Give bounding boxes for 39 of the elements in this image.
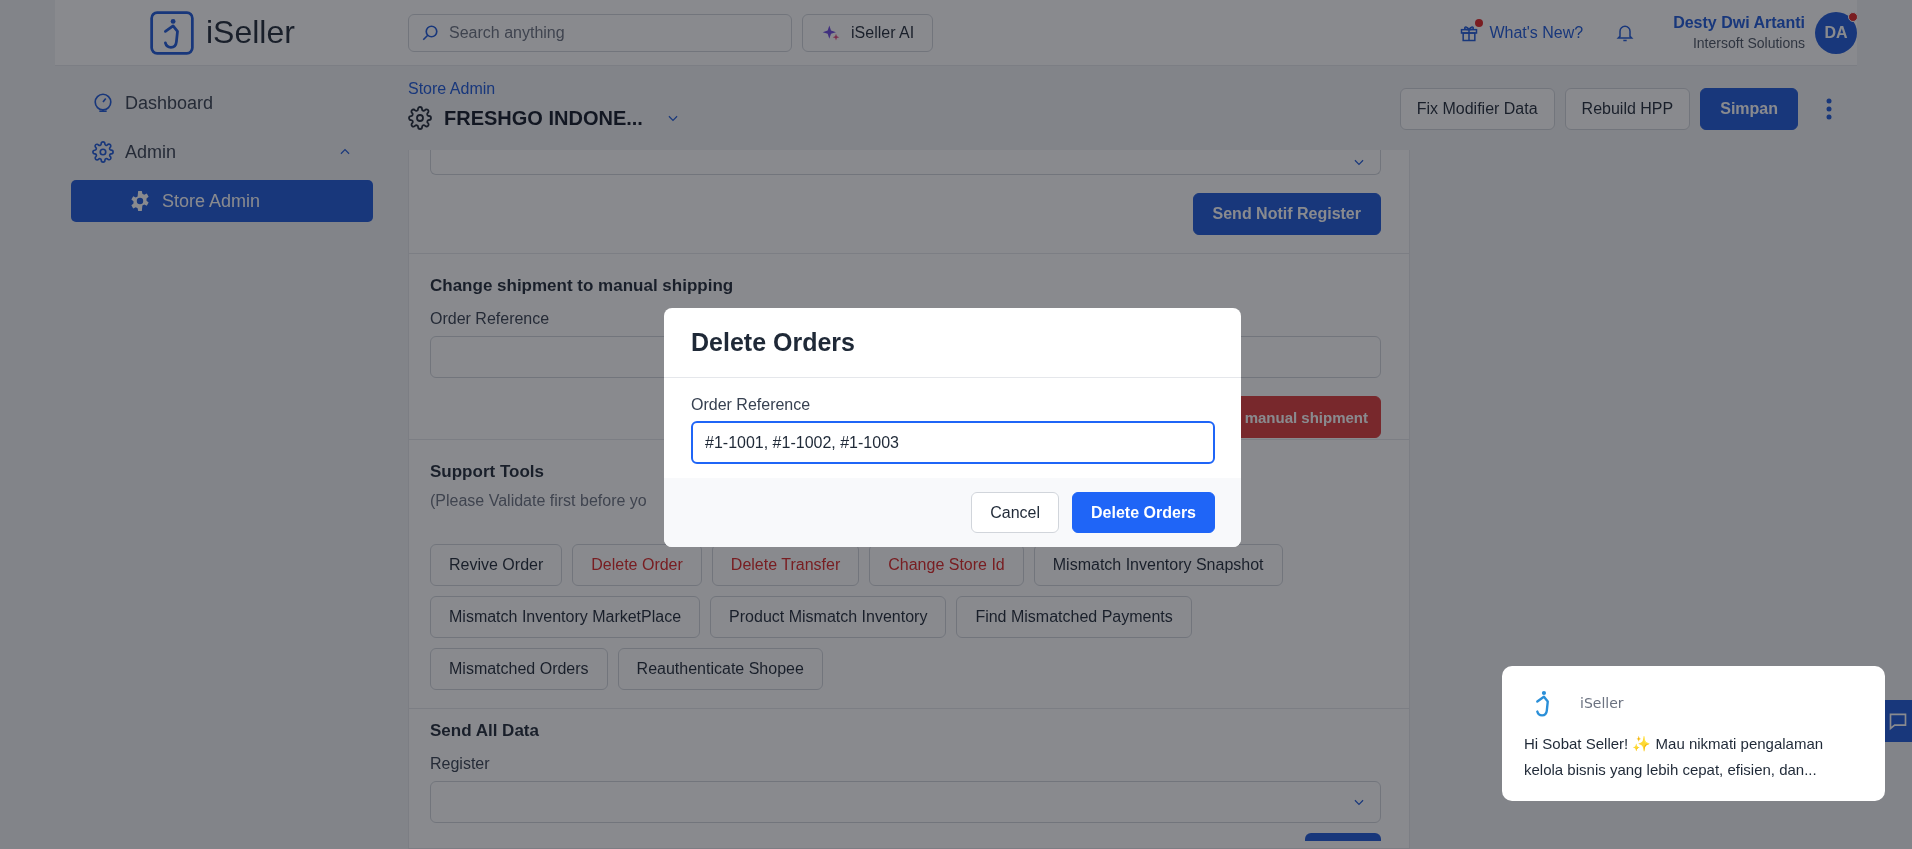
delete-button[interactable]: Delete Orders (1072, 492, 1215, 533)
tool-button[interactable]: Change Store Id (869, 544, 1024, 586)
action-button[interactable]: Fix Modifier Data (1399, 88, 1555, 130)
tool-button[interactable]: Product Mismatch Inventory (710, 596, 947, 638)
company-name: Intersoft Solutions (1691, 35, 1805, 51)
tool-button[interactable]: Find Mismatched Payments (956, 596, 1192, 638)
field-label: Order Reference (430, 310, 551, 328)
ai-button[interactable]: iSeller AI (802, 13, 934, 52)
tool-button[interactable]: Reauthenticate Shopee (617, 648, 823, 690)
tool-button[interactable]: Mismatched Orders (430, 648, 608, 690)
tool-button[interactable]: Delete Transfer (711, 544, 860, 586)
sidebar-item[interactable]: Admin (71, 131, 373, 173)
action-button[interactable]: Rebuild HPP (1564, 88, 1691, 130)
section-title: Send All Data (430, 721, 540, 741)
breadcrumb-link[interactable]: Store Admin (408, 80, 680, 98)
tool-button[interactable]: Mismatch Inventory MarketPlace (430, 596, 701, 638)
input-field[interactable]: #1-1001, #1-1002, #1-1003 (691, 421, 1215, 464)
dialog-title: Delete Orders (691, 328, 856, 357)
tool-button[interactable]: Mismatch Inventory Snapshot (1033, 544, 1283, 586)
hint-text: (Please Validate first before yo (430, 492, 648, 510)
tool-button[interactable]: Delete Order (572, 544, 702, 586)
cancel-button[interactable]: Cancel (971, 492, 1060, 533)
search-field[interactable]: Search anything (408, 13, 792, 52)
whats-new-link[interactable]: What's New? (1459, 22, 1584, 43)
logo-text: iSeller (206, 14, 295, 51)
field-label: Order Reference (691, 396, 812, 414)
section-title: Support Tools (430, 462, 545, 482)
user-avatar[interactable]: DA (1815, 11, 1857, 54)
save-button[interactable]: Simpan (1700, 88, 1798, 130)
field-label: Register (430, 755, 491, 773)
send-notif-button[interactable]: Send Notif Register (1192, 193, 1381, 235)
tool-button[interactable]: Revive Order (430, 544, 563, 586)
store-name: FRESHGO INDONE... (444, 106, 644, 130)
user-name: Desty Dwi Artanti (1673, 14, 1805, 32)
sidebar-item[interactable]: Dashboard (71, 82, 373, 124)
chat-message: Hi Sobat Seller! ✨ Mau nikmati pengalaman kelola bisnis yang lebih cepat, efisien, dan... (1524, 734, 1825, 780)
sender-name: iSeller (1580, 695, 1624, 711)
section-title: Change shipment to manual shipping (430, 276, 735, 296)
sidebar-item[interactable]: Store Admin (71, 180, 373, 222)
